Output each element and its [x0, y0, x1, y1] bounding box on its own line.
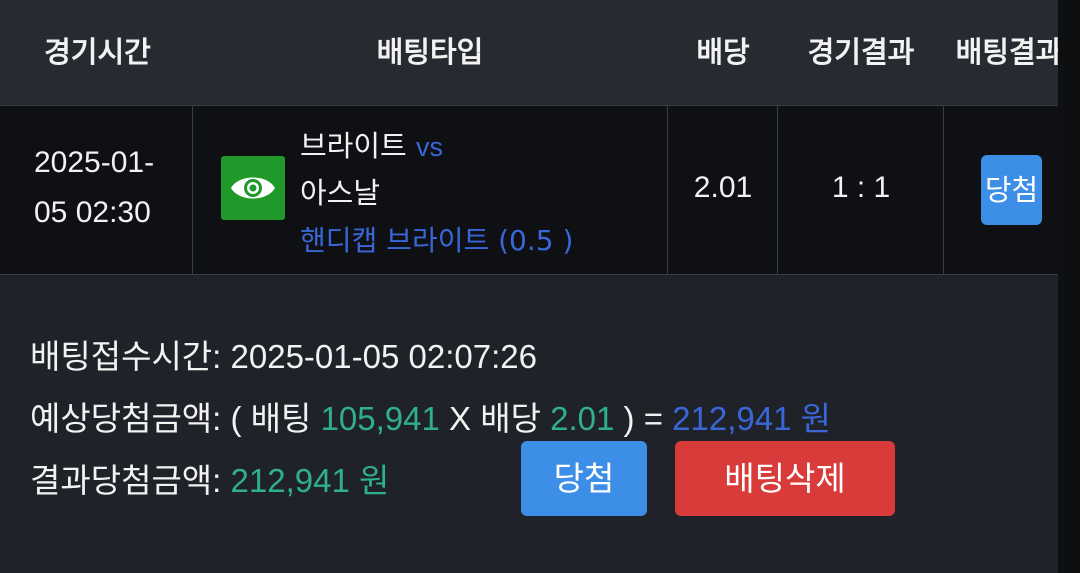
expected-label: 예상당첨금액:	[30, 400, 222, 437]
header-odds: 배당	[696, 35, 750, 69]
close-eq: ) =	[623, 400, 663, 437]
received-value: 2025-01-05 02:07:26	[230, 338, 537, 375]
match-teams-line1: 브라이트 vs	[300, 123, 443, 165]
expected-odds: 2.01	[550, 400, 615, 437]
received-label: 배팅접수시간:	[30, 338, 222, 375]
home-team: 브라이트	[300, 129, 407, 163]
expected-open: ( 배팅	[230, 400, 312, 437]
market-label: 핸디캡 브라이트 (0.5 )	[300, 224, 574, 257]
times-odds: X 배당	[449, 400, 541, 437]
result-amount: 212,941 원	[230, 462, 390, 499]
win-button[interactable]: 당첨	[521, 441, 647, 516]
received-time-line: 배팅접수시간: 2025-01-05 02:07:26	[30, 330, 537, 378]
edge-strip	[1058, 0, 1080, 573]
bet-amount: 105,941	[320, 400, 440, 437]
header-game-time: 경기시간	[44, 35, 151, 69]
eye-icon	[231, 177, 275, 199]
header-bet-type: 배팅타입	[376, 35, 484, 69]
expected-amount-line: 예상당첨금액: ( 배팅 105,941 X 배당 2.01 ) = 212,9…	[30, 392, 831, 440]
game-date-line1: 2025-01-	[34, 146, 155, 179]
result-label: 결과당첨금액:	[30, 462, 222, 499]
header-bet-result: 배팅결과	[955, 35, 1063, 69]
row-score: 1 : 1	[831, 171, 891, 204]
bet-detail-panel: 경기시간 배팅타입 배당 경기결과 배팅결과 2025-01- 05 02:30…	[0, 0, 1062, 573]
vs-label: vs	[415, 132, 443, 162]
away-team: 아스날	[300, 176, 381, 210]
eye-icon-box[interactable]	[221, 156, 285, 220]
delete-bet-button[interactable]: 배팅삭제	[675, 441, 895, 516]
result-amount-line: 결과당첨금액: 212,941 원	[30, 454, 389, 502]
header-game-result: 경기결과	[807, 35, 915, 69]
expected-amount: 212,941 원	[672, 400, 831, 437]
result-badge: 당첨	[981, 155, 1042, 225]
table-row: 2025-01- 05 02:30 브라이트 vs 아스날 핸디캡 브라이트 (…	[0, 105, 1058, 275]
row-odds: 2.01	[693, 171, 753, 204]
table-header: 경기시간 배팅타입 배당 경기결과 배팅결과	[0, 0, 1062, 105]
column-divider	[192, 106, 193, 274]
game-date-line2: 05 02:30	[34, 196, 151, 229]
